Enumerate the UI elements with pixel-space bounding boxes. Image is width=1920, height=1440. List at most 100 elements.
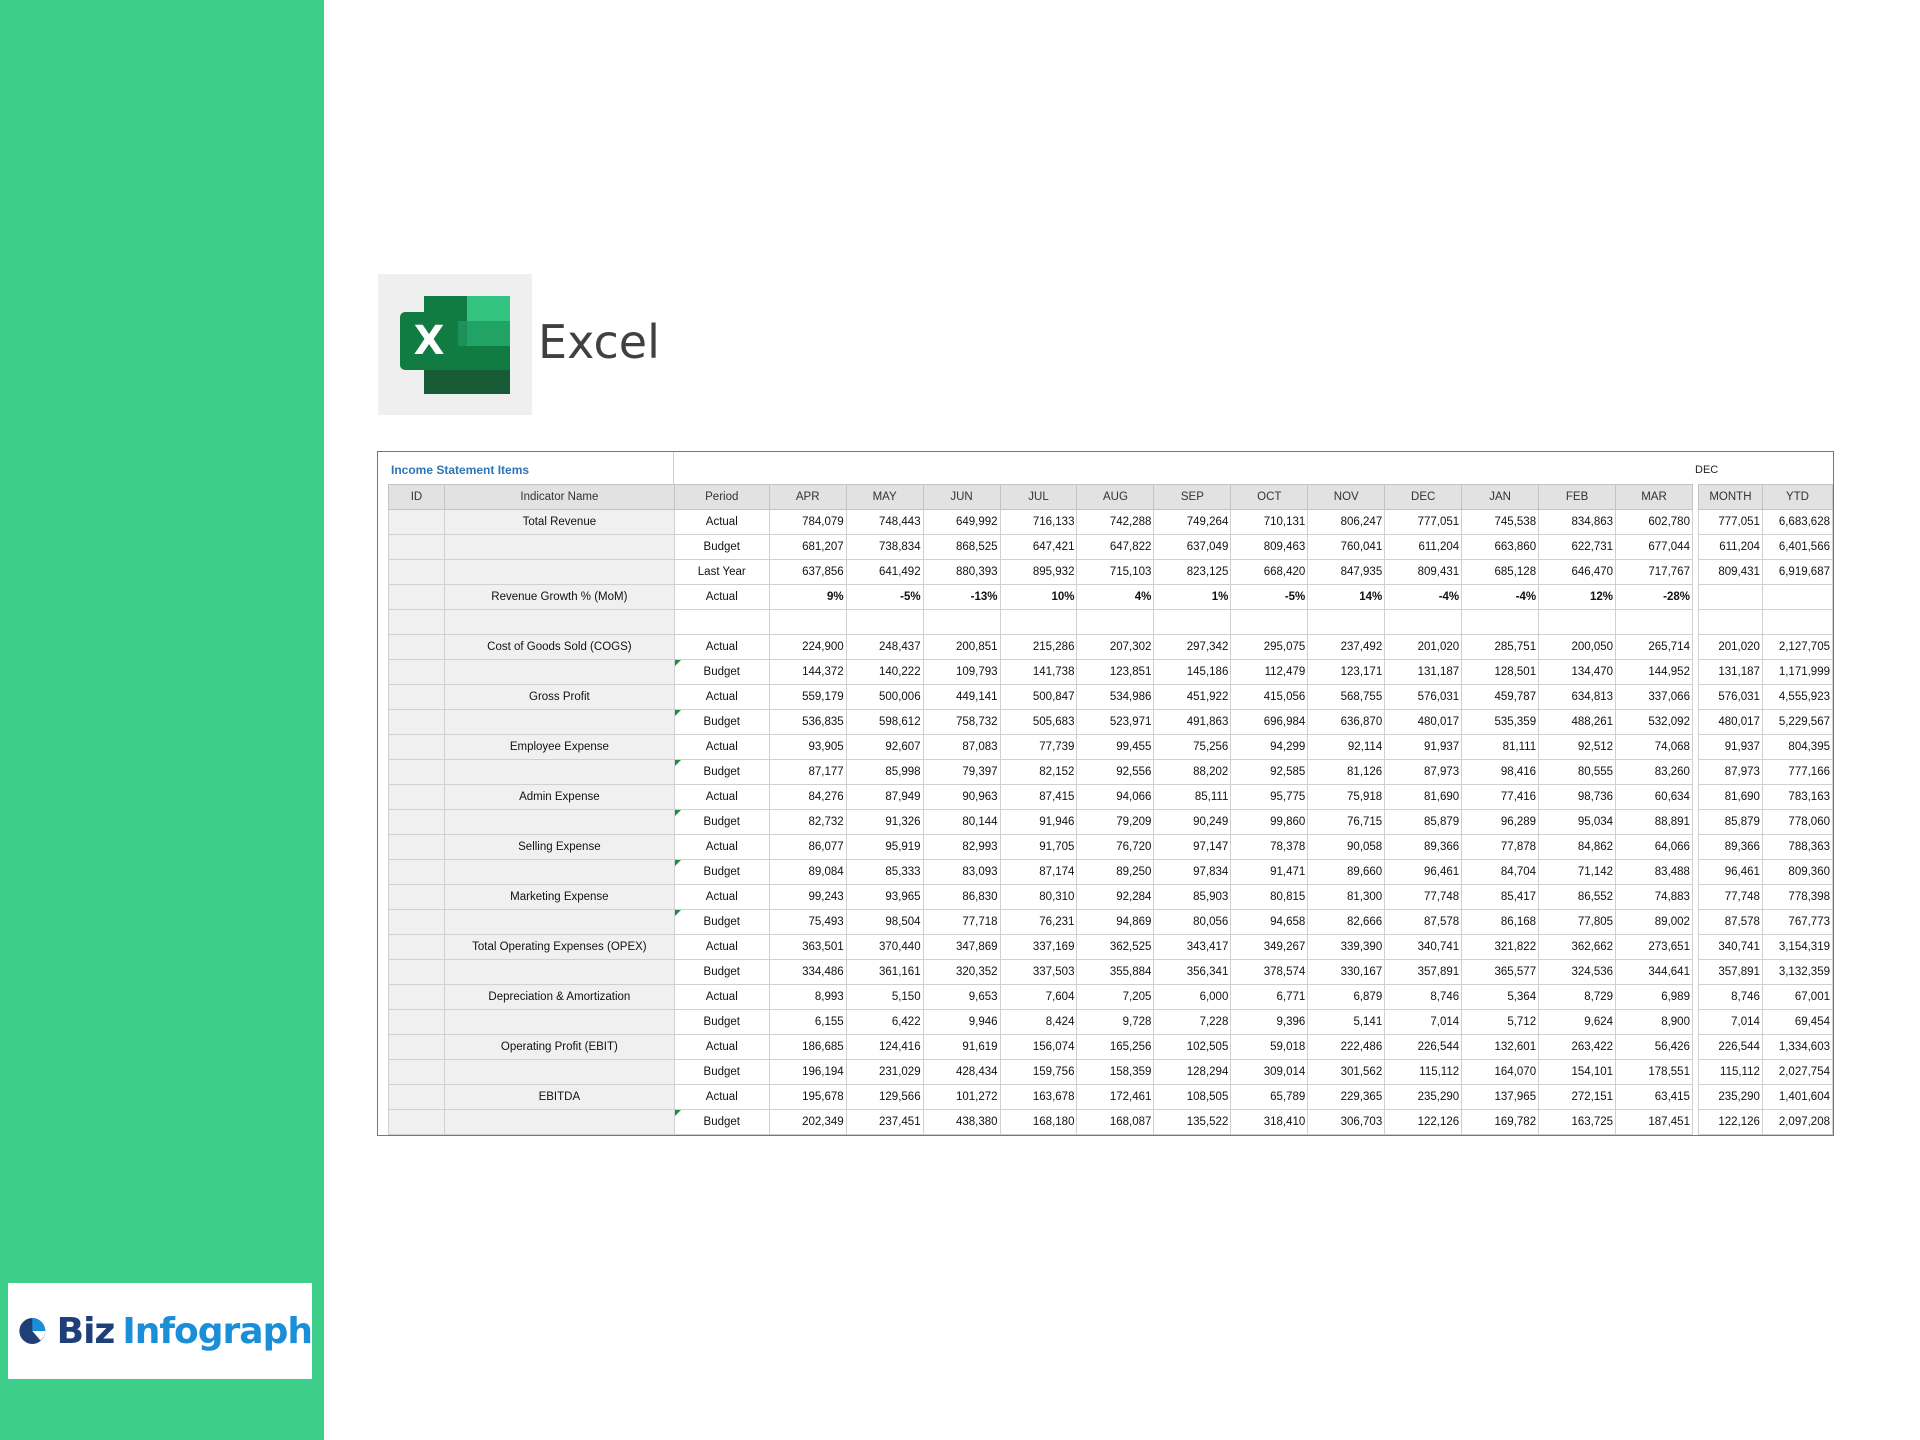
value-cell[interactable]: 83,488 bbox=[1615, 859, 1693, 885]
indicator-name-cell[interactable]: Employee Expense bbox=[443, 734, 675, 760]
value-cell[interactable]: 809,431 bbox=[1384, 559, 1463, 585]
value-cell[interactable]: 87,177 bbox=[768, 759, 847, 785]
value-cell[interactable]: 112,479 bbox=[1230, 659, 1309, 685]
value-cell[interactable]: 337,066 bbox=[1615, 684, 1693, 710]
value-cell[interactable]: 80,815 bbox=[1230, 884, 1309, 910]
id-cell[interactable] bbox=[388, 659, 445, 685]
value-cell[interactable]: 6,771 bbox=[1230, 984, 1309, 1010]
ytd-value-cell[interactable]: 6,919,687 bbox=[1761, 559, 1834, 585]
period-cell[interactable]: Actual bbox=[673, 509, 770, 535]
id-cell[interactable] bbox=[388, 859, 445, 885]
value-cell[interactable]: 636,870 bbox=[1307, 709, 1386, 735]
value-cell[interactable] bbox=[1076, 609, 1155, 635]
value-cell[interactable] bbox=[1615, 609, 1693, 635]
value-cell[interactable]: 86,830 bbox=[922, 884, 1001, 910]
ytd-value-cell[interactable]: 69,454 bbox=[1761, 1009, 1834, 1035]
period-cell[interactable]: Budget bbox=[673, 1009, 770, 1035]
value-cell[interactable]: 9% bbox=[768, 584, 847, 610]
value-cell[interactable]: 101,272 bbox=[922, 1084, 1001, 1110]
period-cell[interactable]: Budget bbox=[673, 859, 770, 885]
value-cell[interactable]: 172,461 bbox=[1076, 1084, 1155, 1110]
id-cell[interactable] bbox=[388, 934, 445, 960]
value-cell[interactable]: 745,538 bbox=[1461, 509, 1540, 535]
value-cell[interactable]: 178,551 bbox=[1615, 1059, 1693, 1085]
ytd-value-cell[interactable]: 777,166 bbox=[1761, 759, 1834, 785]
value-cell[interactable]: -5% bbox=[1230, 584, 1309, 610]
value-cell[interactable]: 86,077 bbox=[768, 834, 847, 860]
value-cell[interactable]: 634,813 bbox=[1538, 684, 1617, 710]
column-header[interactable]: NOV bbox=[1307, 484, 1386, 510]
value-cell[interactable]: 85,903 bbox=[1153, 884, 1232, 910]
period-cell[interactable]: Actual bbox=[673, 784, 770, 810]
id-cell[interactable] bbox=[388, 834, 445, 860]
value-cell[interactable]: 85,333 bbox=[845, 859, 924, 885]
value-cell[interactable]: 273,651 bbox=[1615, 934, 1693, 960]
month-value-cell[interactable]: 201,020 bbox=[1697, 634, 1763, 660]
value-cell[interactable]: 87,174 bbox=[999, 859, 1078, 885]
value-cell[interactable]: 602,780 bbox=[1615, 509, 1693, 535]
month-value-cell[interactable]: 87,578 bbox=[1697, 909, 1763, 935]
value-cell[interactable]: 12% bbox=[1538, 584, 1617, 610]
value-cell[interactable]: 145,186 bbox=[1153, 659, 1232, 685]
value-cell[interactable]: 668,420 bbox=[1230, 559, 1309, 585]
ytd-value-cell[interactable]: 67,001 bbox=[1761, 984, 1834, 1010]
id-cell[interactable] bbox=[388, 759, 445, 785]
id-cell[interactable] bbox=[388, 809, 445, 835]
value-cell[interactable]: 92,556 bbox=[1076, 759, 1155, 785]
value-cell[interactable]: 647,421 bbox=[999, 534, 1078, 560]
value-cell[interactable]: 196,194 bbox=[768, 1059, 847, 1085]
value-cell[interactable]: -4% bbox=[1461, 584, 1540, 610]
value-cell[interactable]: 85,111 bbox=[1153, 784, 1232, 810]
column-header[interactable]: AUG bbox=[1076, 484, 1155, 510]
value-cell[interactable]: 9,653 bbox=[922, 984, 1001, 1010]
id-cell[interactable] bbox=[388, 509, 445, 535]
indicator-name-cell[interactable] bbox=[443, 959, 675, 985]
value-cell[interactable]: 480,017 bbox=[1384, 709, 1463, 735]
value-cell[interactable]: 237,451 bbox=[845, 1109, 924, 1135]
indicator-name-cell[interactable] bbox=[443, 534, 675, 560]
value-cell[interactable]: 89,002 bbox=[1615, 909, 1693, 935]
summary-column-header[interactable]: MONTH bbox=[1697, 484, 1763, 510]
ytd-value-cell[interactable] bbox=[1761, 584, 1834, 610]
id-cell[interactable] bbox=[388, 884, 445, 910]
value-cell[interactable]: 6,155 bbox=[768, 1009, 847, 1035]
indicator-name-cell[interactable] bbox=[443, 1059, 675, 1085]
column-header[interactable]: Indicator Name bbox=[443, 484, 675, 510]
value-cell[interactable]: 76,231 bbox=[999, 909, 1078, 935]
id-cell[interactable] bbox=[388, 734, 445, 760]
value-cell[interactable]: 8,993 bbox=[768, 984, 847, 1010]
ytd-value-cell[interactable]: 3,132,359 bbox=[1761, 959, 1834, 985]
value-cell[interactable]: 77,878 bbox=[1461, 834, 1540, 860]
value-cell[interactable]: 231,029 bbox=[845, 1059, 924, 1085]
indicator-name-cell[interactable] bbox=[443, 609, 675, 635]
value-cell[interactable]: 95,775 bbox=[1230, 784, 1309, 810]
period-cell[interactable]: Budget bbox=[673, 759, 770, 785]
value-cell[interactable]: 6,989 bbox=[1615, 984, 1693, 1010]
value-cell[interactable]: 63,415 bbox=[1615, 1084, 1693, 1110]
value-cell[interactable]: 488,261 bbox=[1538, 709, 1617, 735]
value-cell[interactable]: 82,993 bbox=[922, 834, 1001, 860]
value-cell[interactable]: 347,869 bbox=[922, 934, 1001, 960]
column-header[interactable]: Period bbox=[673, 484, 770, 510]
value-cell[interactable]: 99,243 bbox=[768, 884, 847, 910]
value-cell[interactable]: 81,126 bbox=[1307, 759, 1386, 785]
value-cell[interactable]: 749,264 bbox=[1153, 509, 1232, 535]
value-cell[interactable]: 98,736 bbox=[1538, 784, 1617, 810]
month-value-cell[interactable] bbox=[1697, 584, 1763, 610]
value-cell[interactable]: 200,050 bbox=[1538, 634, 1617, 660]
id-cell[interactable] bbox=[388, 909, 445, 935]
month-value-cell[interactable]: 87,973 bbox=[1697, 759, 1763, 785]
value-cell[interactable]: 99,860 bbox=[1230, 809, 1309, 835]
period-cell[interactable]: Budget bbox=[673, 709, 770, 735]
id-cell[interactable] bbox=[388, 634, 445, 660]
period-cell[interactable]: Actual bbox=[673, 634, 770, 660]
value-cell[interactable]: 5,141 bbox=[1307, 1009, 1386, 1035]
value-cell[interactable]: 237,492 bbox=[1307, 634, 1386, 660]
value-cell[interactable]: 637,049 bbox=[1153, 534, 1232, 560]
value-cell[interactable]: 415,056 bbox=[1230, 684, 1309, 710]
value-cell[interactable]: 1% bbox=[1153, 584, 1232, 610]
value-cell[interactable]: 187,451 bbox=[1615, 1109, 1693, 1135]
value-cell[interactable]: 7,205 bbox=[1076, 984, 1155, 1010]
value-cell[interactable] bbox=[1538, 609, 1617, 635]
period-cell[interactable]: Budget bbox=[673, 534, 770, 560]
